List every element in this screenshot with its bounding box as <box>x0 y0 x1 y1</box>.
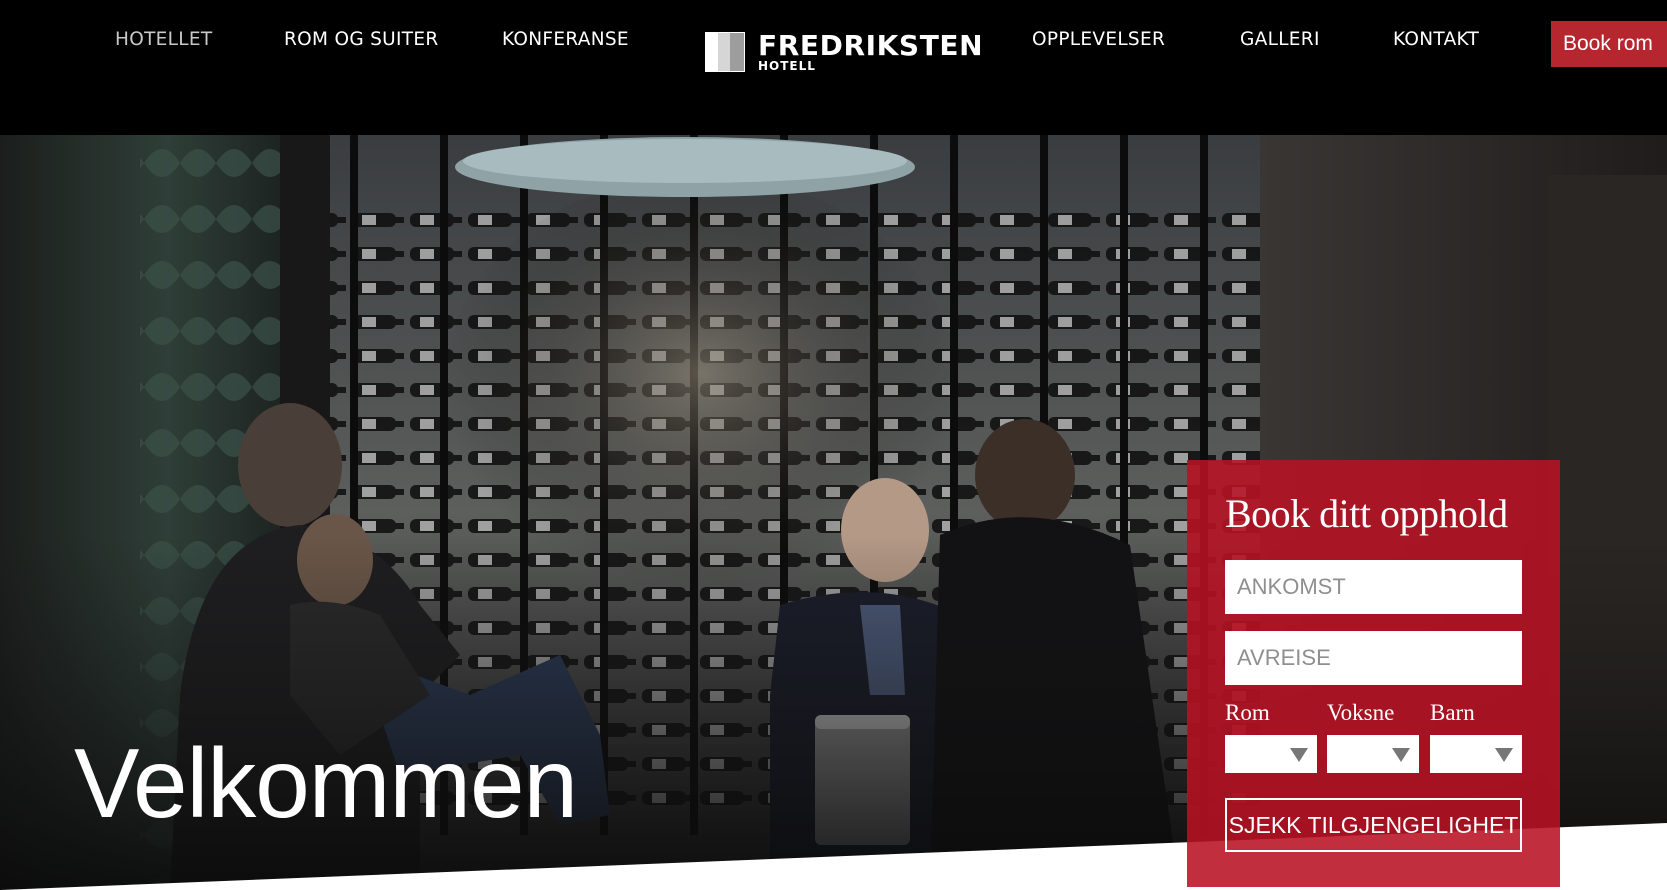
booking-title: Book ditt opphold <box>1225 491 1508 536</box>
logo-mark-icon <box>705 32 745 72</box>
adults-select[interactable] <box>1327 735 1419 773</box>
booking-panel: Book ditt opphold Rom Voksne Barn SJEKK … <box>1187 460 1560 887</box>
rooms-select[interactable] <box>1225 735 1317 773</box>
hotel-logo[interactable]: FREDRIKSTEN HOTELL <box>705 29 983 76</box>
logo-name: FREDRIKSTEN <box>758 29 984 62</box>
check-availability-button[interactable]: SJEKK TILGJENGELIGHET <box>1225 798 1522 852</box>
children-select[interactable] <box>1430 735 1522 773</box>
nav-item-galleri[interactable]: GALLERI <box>1240 29 1320 50</box>
adults-label: Voksne <box>1327 700 1395 725</box>
arrival-date-input[interactable] <box>1225 560 1522 614</box>
dropdown-arrow-icon <box>1392 748 1410 762</box>
hero-headline: Velkommen <box>74 728 578 838</box>
nav-item-konferanse[interactable]: KONFERANSE <box>502 29 629 50</box>
nav-item-kontakt[interactable]: KONTAKT <box>1393 29 1479 50</box>
book-room-button[interactable]: Book rom <box>1551 21 1667 67</box>
top-navigation-bar: HOTELLET ROM OG SUITER KONFERANSE FREDRI… <box>0 0 1667 135</box>
dropdown-arrow-icon <box>1495 748 1513 762</box>
children-label: Barn <box>1430 700 1475 725</box>
dropdown-arrow-icon <box>1290 748 1308 762</box>
nav-item-opplevelser[interactable]: OPPLEVELSER <box>1032 29 1165 50</box>
nav-item-hotellet[interactable]: HOTELLET <box>115 29 212 50</box>
nav-item-rom-og-suiter[interactable]: ROM OG SUITER <box>284 29 439 50</box>
logo-subtitle: HOTELL <box>758 59 816 73</box>
rooms-label: Rom <box>1225 700 1270 725</box>
departure-date-input[interactable] <box>1225 631 1522 685</box>
